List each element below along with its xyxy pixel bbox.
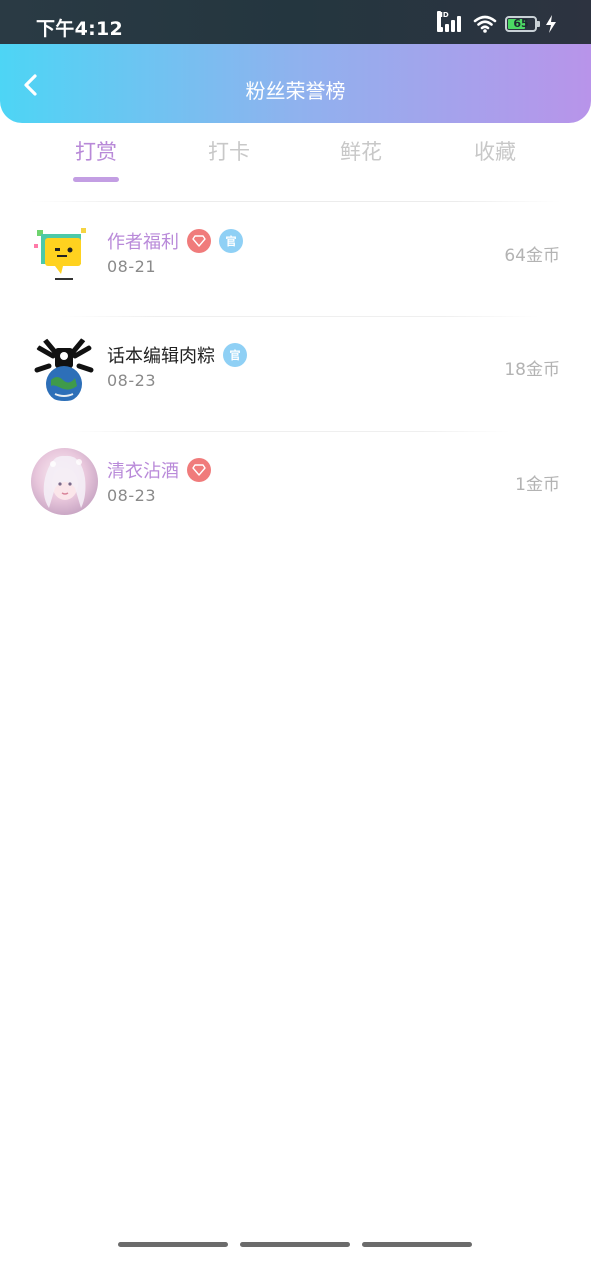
status-time: 下午4:12 [36,18,124,40]
battery-icon: 65 [505,16,540,32]
nav-gesture-bar-right[interactable] [362,1242,472,1247]
status-bar: 下午4:12 HD 65 [0,0,591,44]
avatar [31,334,98,401]
globe-avatar-icon [31,334,98,401]
diamond-icon [187,458,211,482]
list-item[interactable]: 清衣沾酒 08-23 1金币 [0,448,591,572]
list-item[interactable]: 作者福利 官 08-21 64金币 [0,222,591,343]
guan-badge-label: 官 [225,235,237,248]
fan-name-line: 作者福利 官 [107,228,243,254]
tabs-divider [30,201,561,202]
official-guan-icon: 官 [219,229,243,253]
diamond-icon [187,229,211,253]
nav-gesture-bar-center[interactable] [240,1242,350,1247]
fan-coins: 64金币 [504,246,560,266]
list-item[interactable]: 话本编辑肉粽 官 08-23 18金币 [0,334,591,457]
row-divider [70,431,510,432]
fan-name[interactable]: 作者福利 [107,228,179,254]
row-divider [60,316,540,317]
chat-bubble-avatar-icon [34,228,86,280]
tab-flowers[interactable]: 鲜花 [306,136,416,166]
status-icons: HD 65 [437,11,557,36]
tab-reward[interactable]: 打赏 [41,136,151,166]
wifi-icon [473,15,497,33]
portrait-avatar-icon [43,455,86,508]
guan-badge-label: 官 [229,349,241,362]
charging-icon [546,15,556,33]
official-guan-icon: 官 [223,343,247,367]
avatar [31,448,98,515]
fan-name[interactable]: 清衣沾酒 [107,457,179,483]
fan-coins: 1金币 [515,475,560,495]
battery-level: 65 [513,17,529,30]
fan-date: 08-23 [107,371,156,390]
page-title: 粉丝荣誉榜 [245,79,346,103]
header-bar: 粉丝荣誉榜 [0,44,591,123]
signal-icon: HD [437,11,465,34]
nav-gesture-bar-left[interactable] [118,1242,228,1247]
fan-name-line: 话本编辑肉粽 官 [107,342,247,368]
tab-favorites[interactable]: 收藏 [440,136,550,166]
fan-date: 08-23 [107,486,156,505]
fan-date: 08-21 [107,257,156,276]
fan-coins: 18金币 [504,360,560,380]
active-tab-indicator [73,177,119,182]
tab-checkin[interactable]: 打卡 [174,136,284,166]
fan-name[interactable]: 话本编辑肉粽 [107,342,215,368]
fan-name-line: 清衣沾酒 [107,457,211,483]
avatar [31,222,98,289]
